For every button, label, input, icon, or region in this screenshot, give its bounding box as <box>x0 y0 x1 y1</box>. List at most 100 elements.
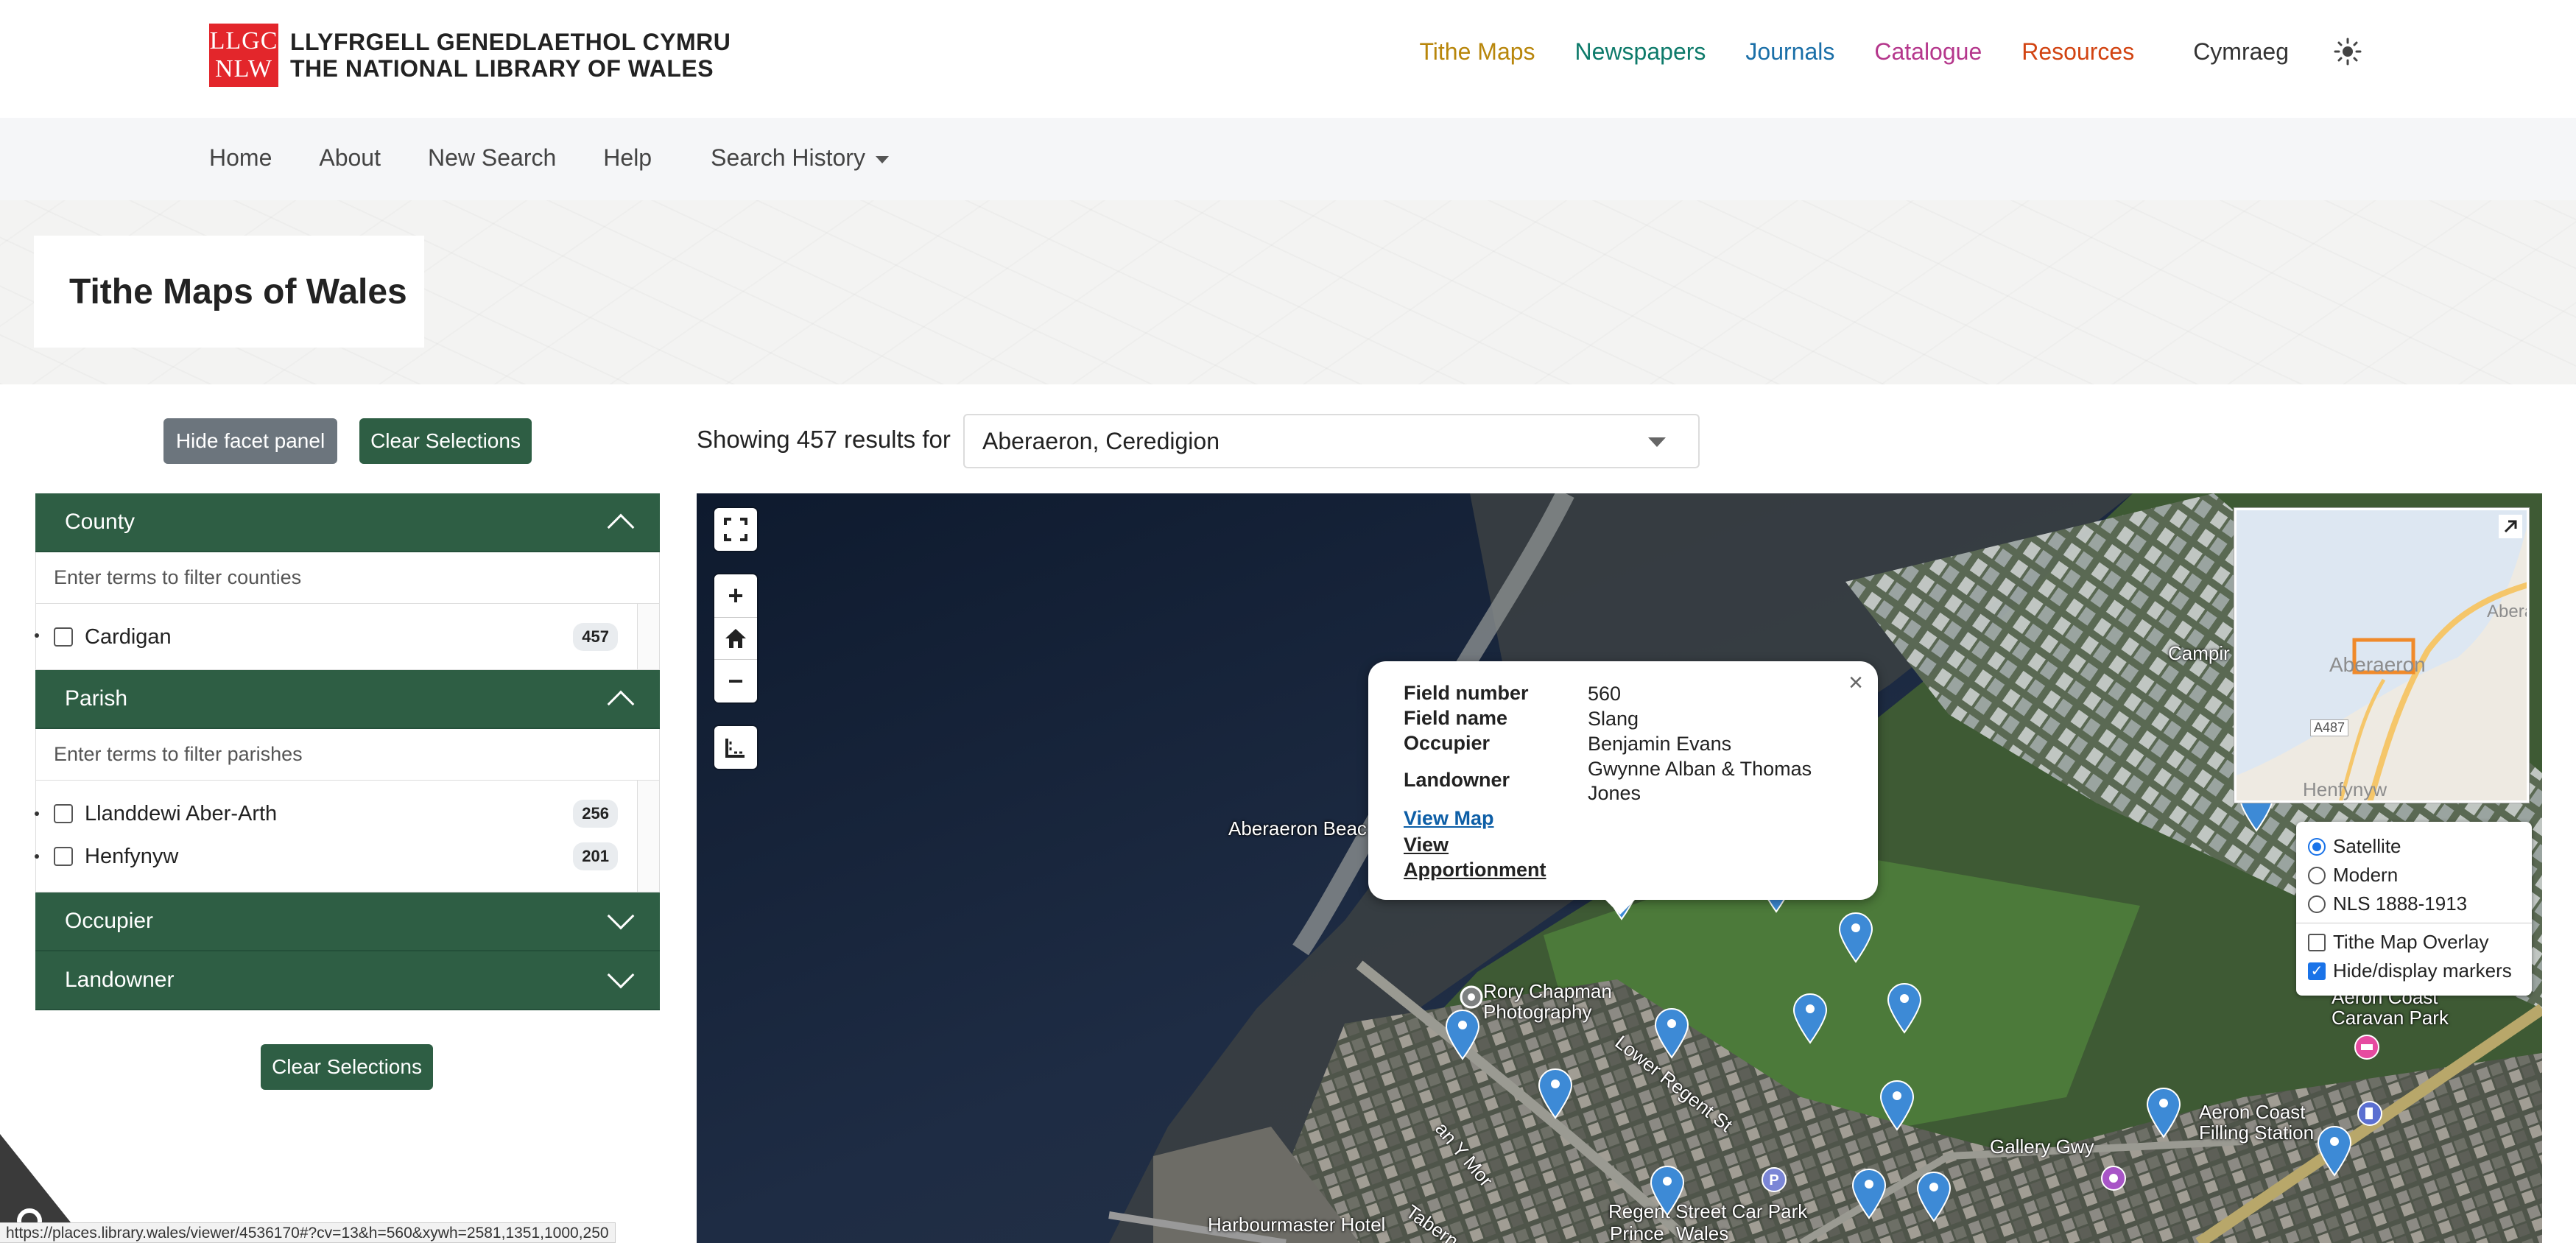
map-viewer[interactable]: Aberaeron Beac Rory Chapman Photography … <box>697 493 2542 1243</box>
view-map-link[interactable]: View Map <box>1404 807 1494 830</box>
search-history-dropdown[interactable]: Search History <box>711 144 889 172</box>
fullscreen-icon[interactable] <box>714 508 757 551</box>
map-label-prince: Prince <box>1610 1222 1664 1243</box>
hotel-icon[interactable] <box>2354 1034 2380 1060</box>
facet-title-occupier: Occupier <box>65 909 154 933</box>
checkbox[interactable] <box>54 627 73 647</box>
scrollbar[interactable] <box>637 781 659 892</box>
ruler-icon[interactable] <box>714 726 757 769</box>
markers-toggle[interactable]: ✓ Hide/display markers <box>2308 957 2520 985</box>
subnav-about[interactable]: About <box>319 144 381 172</box>
radio[interactable] <box>2308 866 2326 884</box>
radio[interactable] <box>2308 895 2326 913</box>
facet-item-henfynyw[interactable]: Henfynyw 201 <box>36 835 659 878</box>
org-name-welsh: LLYFRGELL GENEDLAETHOL CYMRU <box>290 29 731 55</box>
chevron-up-icon <box>607 690 635 718</box>
facet-header-county[interactable]: County <box>35 493 660 552</box>
popup-field-name: Field name Slang <box>1404 707 1831 731</box>
hide-facet-panel-button[interactable]: Hide facet panel <box>163 418 337 464</box>
sun-icon[interactable] <box>2333 37 2362 66</box>
measure-control[interactable] <box>714 726 757 769</box>
map-marker-icon[interactable] <box>1653 1006 1691 1059</box>
facet-item-cardigan[interactable]: Cardigan 457 <box>36 616 659 658</box>
layer-label: NLS 1888-1913 <box>2333 892 2468 915</box>
map-marker-icon[interactable] <box>1443 1007 1482 1060</box>
gallery-icon[interactable] <box>2100 1165 2127 1191</box>
nav-catalogue[interactable]: Catalogue <box>1874 38 1982 66</box>
map-marker-icon[interactable] <box>1791 991 1829 1044</box>
library-logo[interactable]: LLGC NLW LLYFRGELL GENEDLAETHOL CYMRU TH… <box>209 24 731 87</box>
fuel-icon[interactable] <box>2357 1100 2383 1127</box>
map-marker-icon[interactable] <box>1878 1078 1916 1131</box>
chevron-up-icon <box>607 513 635 541</box>
overview-minimap[interactable]: Aberaeron Aberai A487 Henfynyw <box>2234 508 2529 803</box>
layer-nls[interactable]: NLS 1888-1913 <box>2308 890 2520 918</box>
map-label-regent-street-car-park: Regent Street Car Park <box>1608 1200 1808 1222</box>
county-filter-input[interactable]: Enter terms to filter counties <box>35 552 660 604</box>
page-title: Tithe Maps of Wales <box>69 272 407 311</box>
close-icon[interactable]: × <box>1848 669 1863 697</box>
parish-filter-input[interactable]: Enter terms to filter parishes <box>35 729 660 781</box>
zoom-control: + − <box>714 574 757 703</box>
nav-newspapers[interactable]: Newspapers <box>1575 38 1706 66</box>
map-marker-icon[interactable] <box>1885 981 1924 1034</box>
clear-selections-bottom-button[interactable]: Clear Selections <box>261 1044 433 1090</box>
map-label-campir: Campir <box>2168 642 2230 664</box>
place-select-value: Aberaeron, Ceredigion <box>982 427 1220 454</box>
map-marker-icon[interactable] <box>1850 1166 1888 1219</box>
subnav-help[interactable]: Help <box>603 144 652 172</box>
map-marker-icon[interactable] <box>2315 1124 2354 1177</box>
zoom-in-button[interactable]: + <box>714 574 757 617</box>
results-count: Showing 457 results for <box>697 426 951 453</box>
language-toggle[interactable]: Cymraeg <box>2193 38 2289 66</box>
chevron-down-icon <box>607 961 635 989</box>
tithe-overlay-toggle[interactable]: Tithe Map Overlay <box>2308 928 2520 957</box>
place-select[interactable]: Aberaeron, Ceredigion <box>963 414 1700 468</box>
scrollbar[interactable] <box>637 604 659 669</box>
nav-resources[interactable]: Resources <box>2021 38 2134 66</box>
place-camera-icon[interactable] <box>1460 985 1483 1009</box>
facet-header-parish[interactable]: Parish <box>35 670 660 729</box>
facet-item-llanddewi[interactable]: Llanddewi Aber-Arth 256 <box>36 792 659 835</box>
nav-tithe-maps[interactable]: Tithe Maps <box>1419 38 1535 66</box>
minimap-toggle-icon[interactable] <box>2499 515 2522 538</box>
logo-mark: LLGC NLW <box>209 24 278 87</box>
popup-landowner: Landowner Gwynne Alban & Thomas Jones <box>1404 757 1831 806</box>
page-banner: Tithe Maps of Wales <box>0 200 2576 384</box>
subnav-home[interactable]: Home <box>209 144 272 172</box>
layer-modern[interactable]: Modern <box>2308 861 2520 890</box>
clear-selections-button[interactable]: Clear Selections <box>359 418 532 464</box>
popup-value: 560 <box>1588 683 1622 705</box>
facet-header-landowner[interactable]: Landowner <box>35 951 660 1010</box>
popup-tip <box>1604 898 1636 915</box>
fullscreen-control[interactable] <box>714 508 757 551</box>
popup-value: Gwynne Alban & Thomas Jones <box>1588 758 1812 804</box>
map-marker-icon[interactable] <box>1837 910 1875 963</box>
link-preview-statusbar: https://places.library.wales/viewer/4536… <box>0 1222 616 1243</box>
parish-list: Llanddewi Aber-Arth 256 Henfynyw 201 <box>35 781 660 892</box>
checkbox-checked[interactable]: ✓ <box>2308 962 2326 980</box>
checkbox[interactable] <box>54 847 73 866</box>
map-label-harbourmaster: Harbourmaster Hotel <box>1208 1214 1386 1236</box>
parking-icon[interactable]: P <box>1761 1166 1787 1193</box>
popup-key: Field name <box>1404 707 1508 729</box>
home-icon[interactable] <box>714 617 757 660</box>
checkbox[interactable] <box>54 804 73 823</box>
layer-satellite[interactable]: Satellite <box>2308 832 2520 861</box>
nav-journals[interactable]: Journals <box>1745 38 1834 66</box>
map-label-wales: Wales <box>1676 1222 1729 1243</box>
checkbox[interactable] <box>2308 933 2326 951</box>
facet-header-occupier[interactable]: Occupier <box>35 892 660 951</box>
map-marker-icon[interactable] <box>1536 1066 1574 1119</box>
view-apportionment-link[interactable]: View Apportionment <box>1404 832 1551 882</box>
map-marker-icon[interactable] <box>1915 1169 1953 1222</box>
popup-value: Benjamin Evans <box>1588 733 1732 755</box>
popup-occupier: Occupier Benjamin Evans <box>1404 732 1831 756</box>
radio-selected[interactable] <box>2308 837 2326 856</box>
subnav-new-search[interactable]: New Search <box>428 144 556 172</box>
map-marker-icon[interactable] <box>2144 1085 2183 1138</box>
zoom-out-button[interactable]: − <box>714 660 757 703</box>
facet-item-label: Llanddewi Aber-Arth <box>85 801 278 825</box>
map-marker-icon[interactable] <box>1648 1163 1686 1216</box>
layer-label: Modern <box>2333 864 2399 886</box>
